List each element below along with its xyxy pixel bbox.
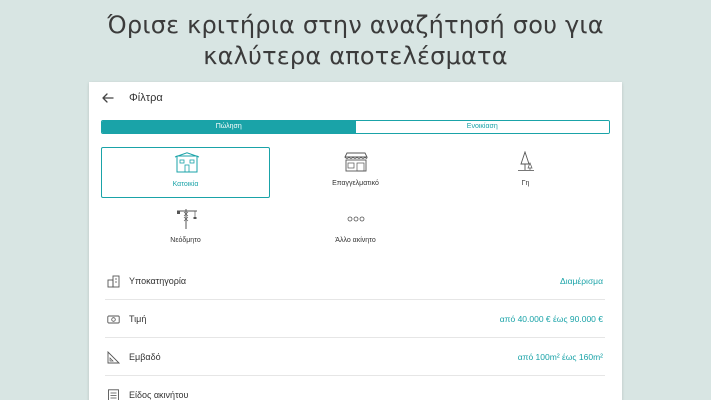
filter-value: Διαμέρισμα: [560, 276, 603, 286]
filter-row-subcategory[interactable]: Υποκατηγορία Διαμέρισμα: [105, 262, 605, 300]
filter-label: Εμβαδό: [129, 352, 161, 362]
app-bar: Φίλτρα: [89, 82, 622, 116]
tab-sale[interactable]: Πώληση: [102, 121, 356, 133]
headline-line-2: καλύτερα αποτελέσματα: [203, 42, 508, 70]
tab-rent[interactable]: Ενοικίαση: [355, 121, 609, 133]
type-commercial[interactable]: Επαγγελματικό: [271, 147, 440, 198]
type-label: Νεόδμητο: [170, 237, 201, 244]
house-icon: [174, 152, 200, 173]
type-label: Γη: [521, 180, 530, 187]
filter-label: Υποκατηγορία: [129, 276, 187, 286]
promo-headline: Όρισε κριτήρια στην αναζήτησή σου για κα…: [0, 10, 711, 72]
dots-icon: [347, 216, 365, 222]
filter-label: Τιμή: [129, 314, 147, 324]
property-type-grid: Κατοικία Επαγγελματικό Γη Νεόδμητο Άλλο …: [101, 147, 610, 257]
list-icon: [108, 389, 119, 400]
filter-row-property-kind[interactable]: Είδος ακινήτου: [105, 376, 605, 400]
type-label: Άλλο ακίνητο: [335, 237, 376, 244]
filter-value: από 100m² έως 160m²: [517, 352, 603, 362]
arrow-left-icon[interactable]: [101, 91, 115, 105]
filter-list: Υποκατηγορία Διαμέρισμα Τιμή από 40.000 …: [105, 262, 605, 400]
type-label: Κατοικία: [172, 181, 199, 188]
building-icon: [107, 275, 120, 288]
filter-row-price[interactable]: Τιμή από 40.000 € έως 90.000 €: [105, 300, 605, 338]
crane-icon: [177, 209, 197, 229]
money-icon: [107, 315, 120, 324]
filter-value: από 40.000 € έως 90.000 €: [499, 314, 603, 324]
tree-icon: [518, 151, 534, 171]
filters-card: Φίλτρα Πώληση Ενοικίαση Κατοικία Επαγγελ…: [89, 82, 622, 400]
headline-line-1: Όρισε κριτήρια στην αναζήτησή σου για: [107, 11, 604, 39]
filter-row-area[interactable]: Εμβαδό από 100m² έως 160m²: [105, 338, 605, 376]
type-label: Επαγγελματικό: [332, 180, 379, 187]
ruler-icon: [107, 351, 120, 364]
type-new-build[interactable]: Νεόδμητο: [101, 204, 270, 255]
type-residential[interactable]: Κατοικία: [101, 147, 270, 198]
type-land[interactable]: Γη: [441, 147, 610, 198]
listing-type-toggle: Πώληση Ενοικίαση: [101, 120, 610, 134]
shop-icon: [344, 152, 368, 172]
page-title: Φίλτρα: [129, 92, 163, 104]
type-other[interactable]: Άλλο ακίνητο: [271, 204, 440, 255]
filter-label: Είδος ακινήτου: [129, 390, 189, 400]
